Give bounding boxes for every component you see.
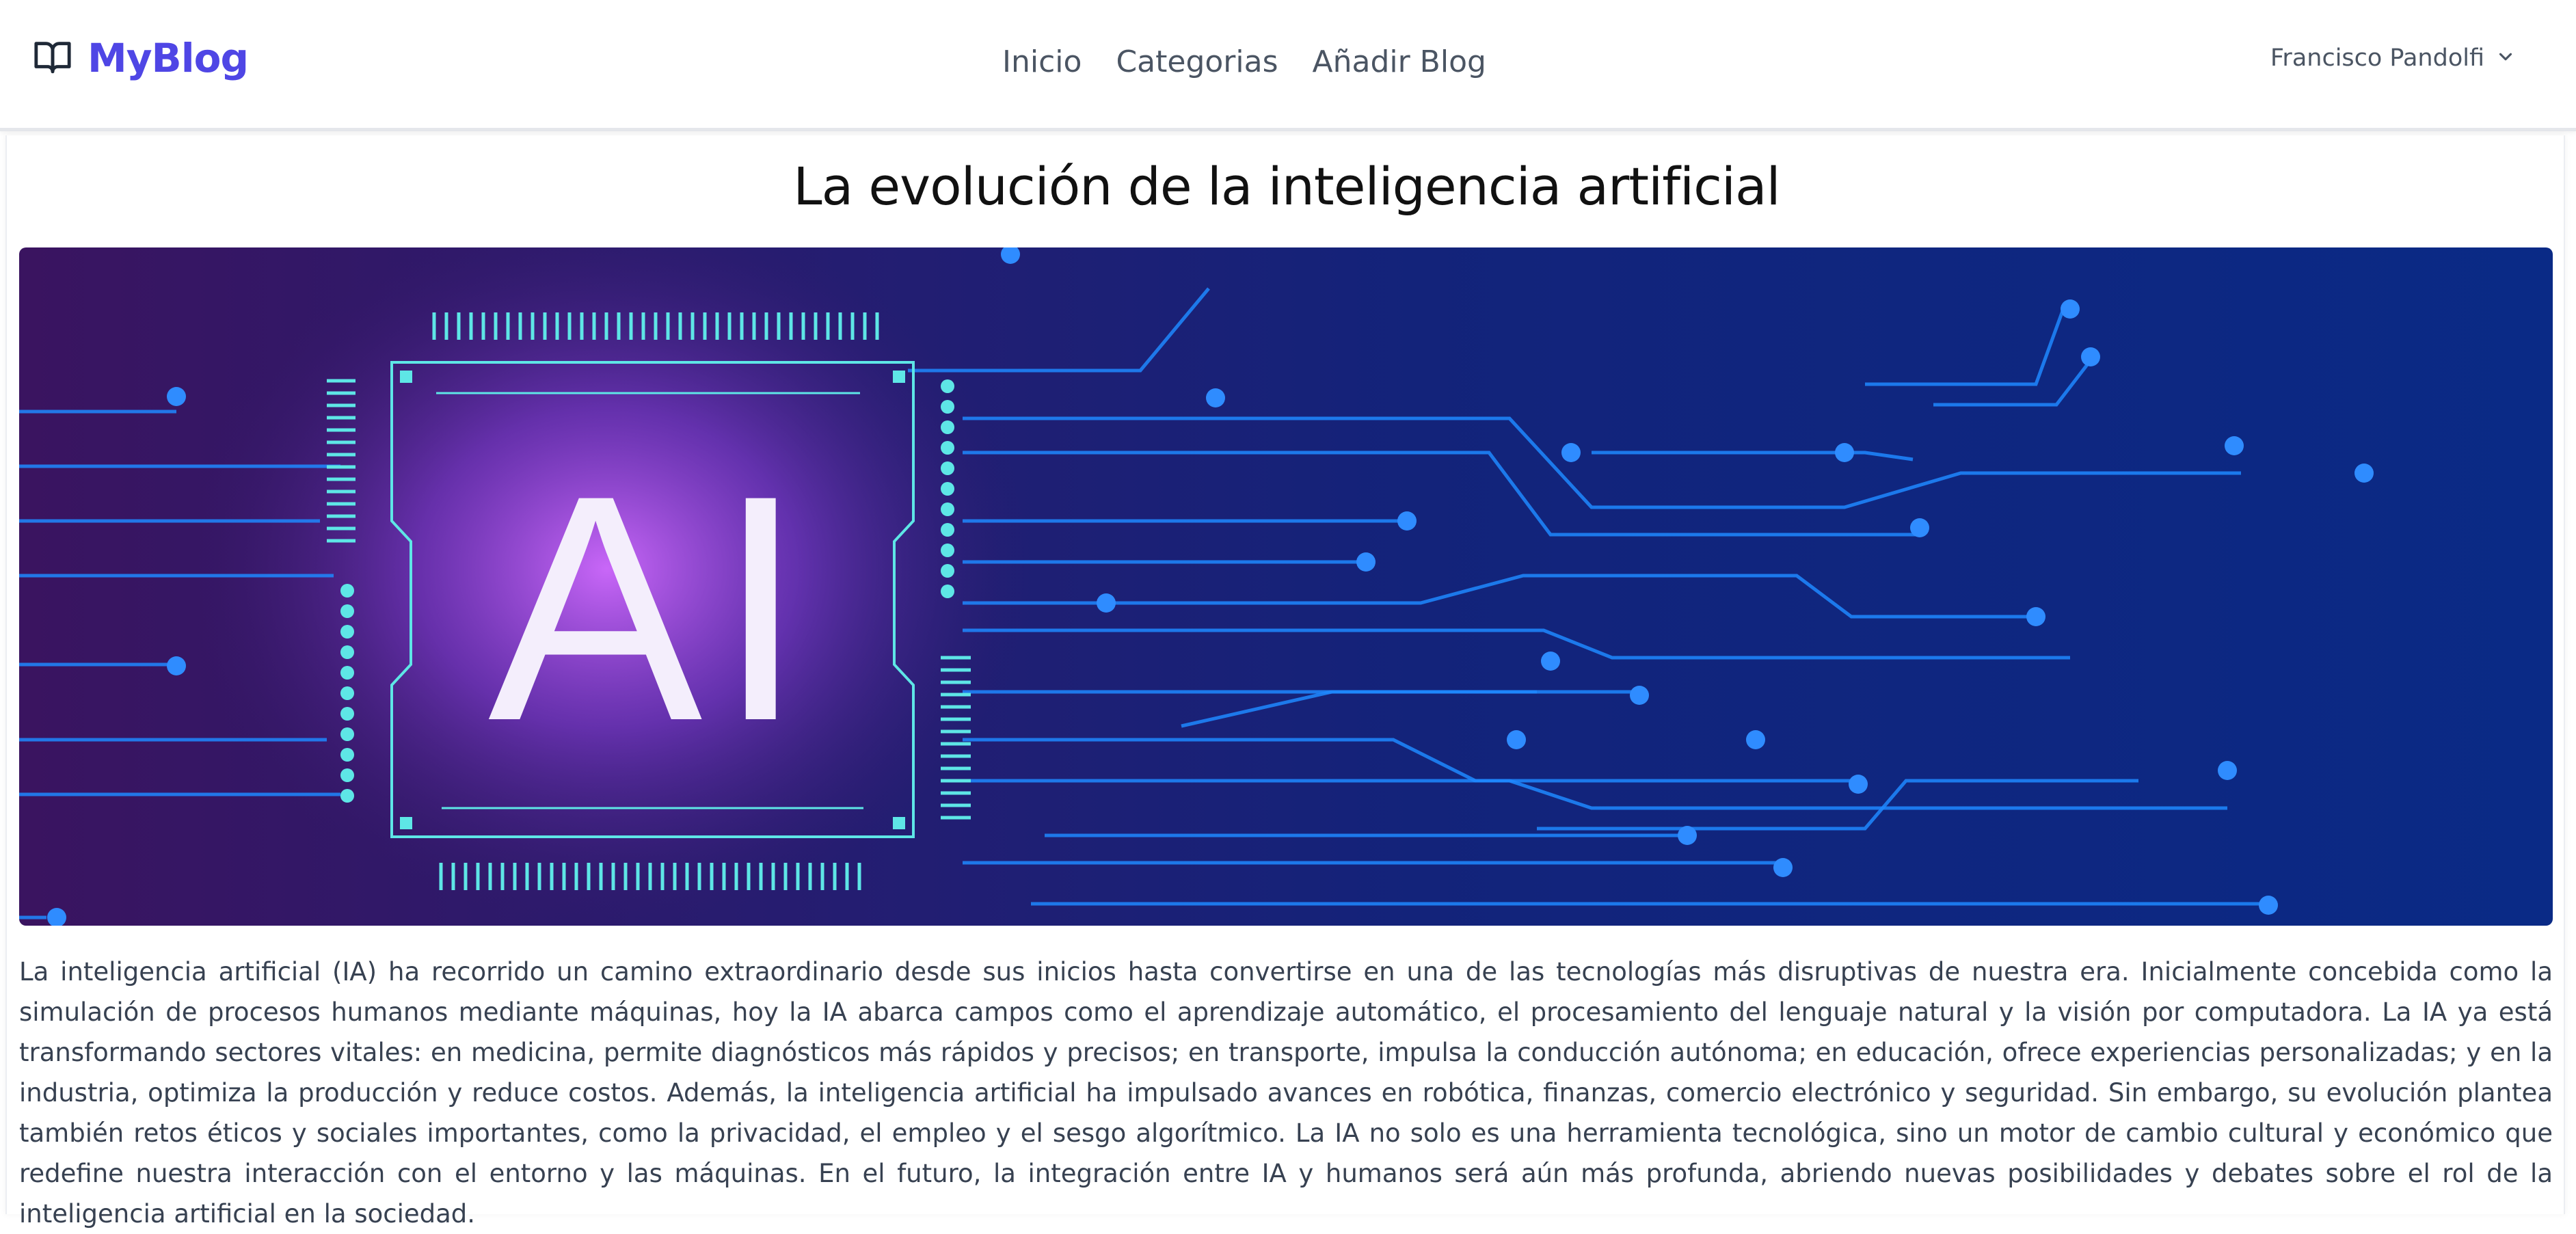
- chevron-down-icon: [2484, 46, 2516, 70]
- brand-link[interactable]: MyBlog: [33, 33, 249, 83]
- post-body: La inteligencia artificial (IA) ha recor…: [19, 957, 2553, 1229]
- post-title: La evolución de la inteligencia artifici…: [793, 156, 1780, 217]
- post-image: AI: [19, 247, 2553, 926]
- book-icon: [33, 37, 72, 79]
- nav-link-anadir-blog[interactable]: Añadir Blog: [1313, 44, 1486, 79]
- navbar: MyBlog Inicio Categorias Añadir Blog Fra…: [0, 0, 2576, 131]
- nav-link-inicio[interactable]: Inicio: [1002, 44, 1082, 79]
- user-menu-button[interactable]: Francisco Pandolfi: [2270, 40, 2516, 77]
- hero-ai-text: AI: [488, 429, 819, 788]
- nav-link-categorias[interactable]: Categorias: [1116, 44, 1278, 79]
- user-name: Francisco Pandolfi: [2270, 44, 2484, 72]
- nav-links: Inicio Categorias Añadir Blog: [1002, 38, 1520, 85]
- post-card: La evolución de la inteligencia artifici…: [5, 135, 2565, 1229]
- brand-name: MyBlog: [88, 35, 249, 81]
